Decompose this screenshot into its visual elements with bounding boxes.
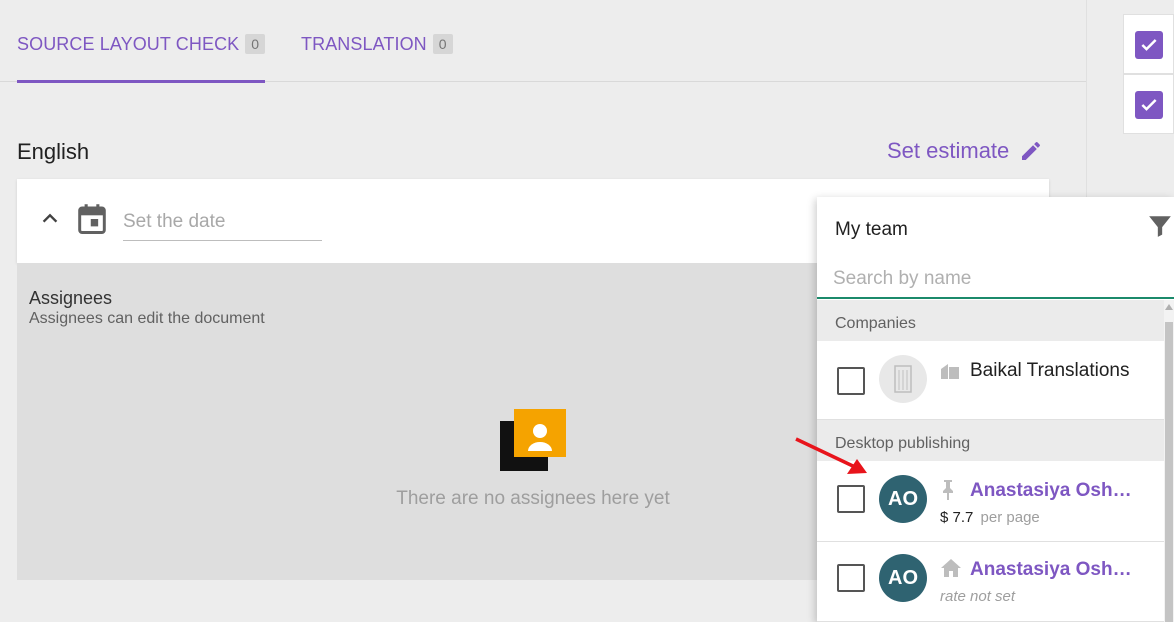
active-tab-indicator bbox=[17, 80, 265, 83]
scrollbar[interactable] bbox=[1164, 300, 1174, 622]
rate-not-set: rate not set bbox=[940, 588, 1016, 605]
rate: $ 7.7 per page bbox=[940, 509, 1040, 526]
tab-source-layout-check[interactable]: SOURCE LAYOUT CHECK 0 bbox=[17, 30, 266, 58]
person-name[interactable]: Anastasiya Oshuev bbox=[970, 480, 1142, 502]
select-checkbox[interactable] bbox=[837, 485, 865, 513]
chevron-up-icon[interactable] bbox=[39, 207, 61, 229]
assignees-subtitle: Assignees can edit the document bbox=[29, 310, 265, 327]
status-check-card bbox=[1123, 14, 1174, 74]
list-item-company[interactable]: Baikal Translations bbox=[817, 341, 1164, 420]
search-by-name-input[interactable] bbox=[817, 261, 1174, 299]
list-item-person[interactable]: AO Anastasiya Oshuev rate not set bbox=[817, 542, 1164, 622]
tab-count-badge: 0 bbox=[245, 34, 266, 54]
home-icon bbox=[941, 559, 961, 577]
scrollbar-thumb[interactable] bbox=[1165, 322, 1173, 622]
avatar: AO bbox=[879, 475, 927, 523]
select-checkbox[interactable] bbox=[837, 564, 865, 592]
tab-translation[interactable]: TRANSLATION 0 bbox=[301, 30, 453, 58]
company-name: Baikal Translations bbox=[970, 360, 1130, 381]
checkmark-icon bbox=[1141, 39, 1157, 51]
pin-icon bbox=[943, 480, 953, 500]
company-icon bbox=[941, 364, 959, 379]
rate-unit: per page bbox=[980, 509, 1040, 526]
tab-label: TRANSLATION bbox=[301, 33, 427, 54]
avatar: AO bbox=[879, 554, 927, 602]
scroll-up-arrow-icon[interactable] bbox=[1165, 304, 1173, 310]
set-date-input[interactable] bbox=[123, 203, 322, 241]
building-icon bbox=[894, 365, 912, 393]
set-estimate-label: Set estimate bbox=[887, 138, 1010, 163]
annotation-arrow-icon bbox=[795, 437, 867, 474]
person-name[interactable]: Anastasiya Oshuev bbox=[970, 559, 1142, 581]
language-title: English bbox=[17, 139, 90, 164]
no-assignees-illustration bbox=[500, 409, 566, 471]
select-checkbox[interactable] bbox=[837, 367, 865, 395]
checkmark-icon bbox=[1141, 99, 1157, 111]
pencil-icon bbox=[1022, 141, 1041, 160]
calendar-icon[interactable] bbox=[77, 203, 107, 235]
checked-checkbox[interactable] bbox=[1135, 31, 1163, 59]
rate-value: 7.7 bbox=[952, 509, 974, 526]
my-team-dropdown: My team Companies Baikal Translations De… bbox=[817, 197, 1174, 622]
status-check-card bbox=[1123, 74, 1174, 134]
tab-count-badge: 0 bbox=[432, 34, 453, 54]
checked-checkbox[interactable] bbox=[1135, 91, 1163, 119]
company-avatar bbox=[879, 355, 927, 403]
team-panel-title: My team bbox=[835, 219, 908, 240]
section-label: Companies bbox=[835, 315, 916, 332]
set-estimate-button[interactable]: Set estimate bbox=[887, 138, 1043, 164]
rate-currency: $ bbox=[940, 509, 949, 526]
filter-icon[interactable] bbox=[1147, 213, 1173, 239]
assignees-title: Assignees bbox=[29, 288, 113, 308]
workflow-tabs: SOURCE LAYOUT CHECK 0 TRANSLATION 0 bbox=[0, 0, 1086, 83]
tab-label: SOURCE LAYOUT CHECK bbox=[17, 33, 240, 54]
